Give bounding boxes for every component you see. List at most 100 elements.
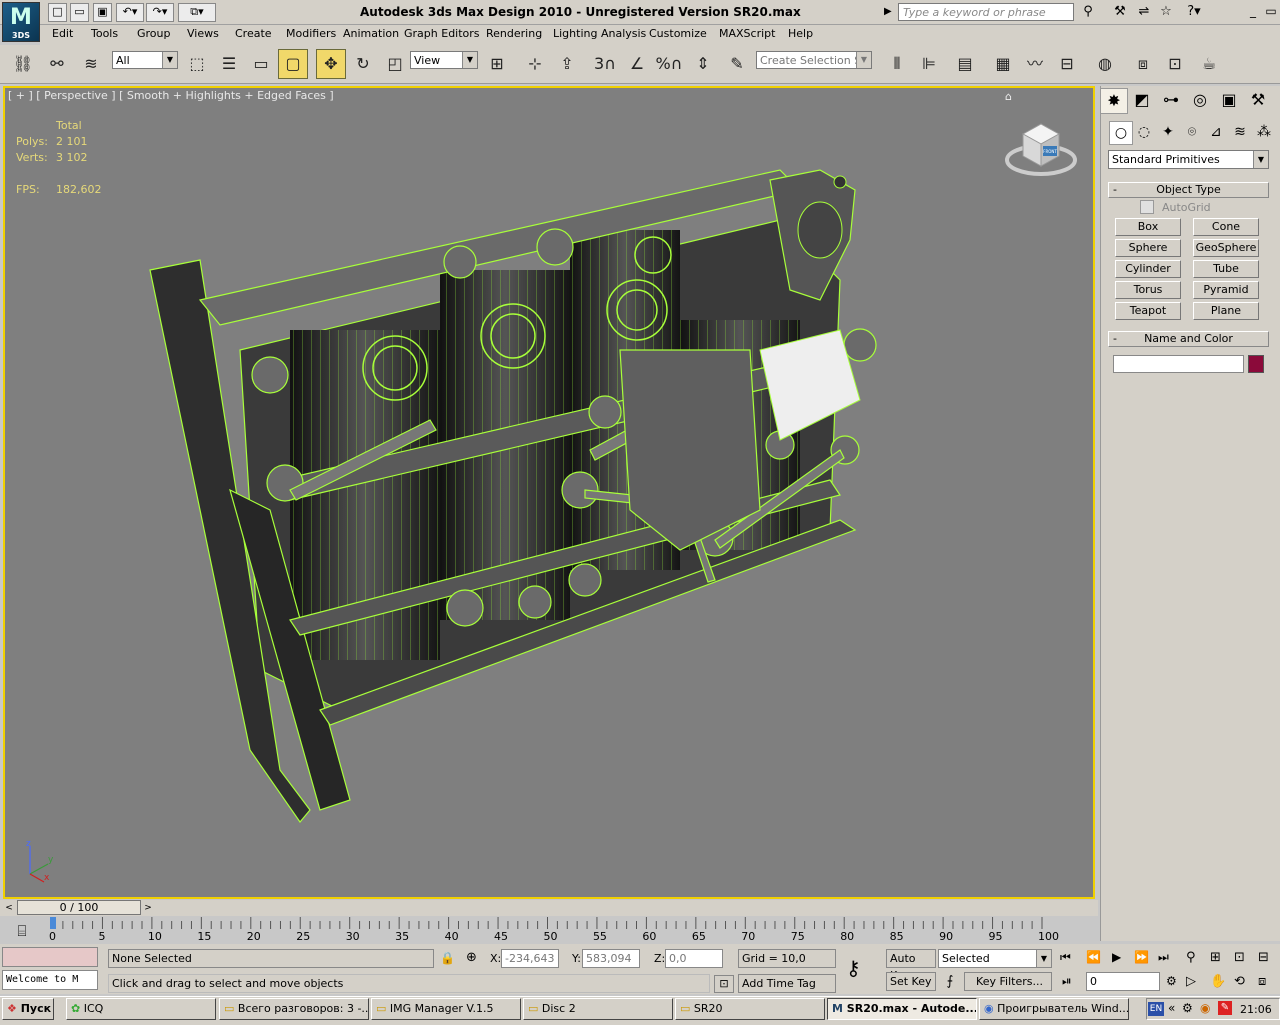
absolute-mode-icon[interactable]: ⊕ — [466, 950, 477, 965]
keyword-search-input[interactable]: Type a keyword or phrase — [898, 3, 1074, 21]
hierarchy-tab-icon[interactable]: ⊶ — [1158, 88, 1184, 112]
name-color-rollout-header[interactable]: - Name and Color — [1108, 331, 1269, 347]
task-media-player[interactable]: ◉ Проигрыватель Wind... — [979, 998, 1129, 1020]
select-move-icon[interactable]: ✥ — [316, 49, 346, 79]
object-color-swatch[interactable] — [1248, 355, 1264, 373]
communication-icon[interactable]: ⇌ — [1134, 3, 1154, 21]
key-filters-button[interactable]: Key Filters... — [964, 972, 1052, 991]
angle-snap-icon[interactable]: ∠ — [622, 49, 652, 79]
track-bar[interactable]: 0 5 10 15 20 25 30 35 40 45 50 55 60 65 70 75 80 85 90 95 10… — [42, 917, 1098, 944]
task-3dsmax[interactable]: M SR20.max - Autode... — [827, 998, 977, 1020]
favorites-star-icon[interactable]: ☆ — [1156, 3, 1176, 21]
menu-group[interactable]: Group — [137, 27, 171, 40]
maximize-viewport-icon[interactable]: ⧈ — [1258, 974, 1266, 989]
go-to-start-icon[interactable]: ⏮ — [1060, 950, 1071, 965]
home-icon[interactable]: ⌂ — [1005, 90, 1012, 103]
minimize-icon[interactable]: _ — [1244, 3, 1262, 19]
app-logo-button[interactable]: M 3DS — [2, 2, 40, 42]
menu-tools[interactable]: Tools — [91, 27, 118, 40]
task-sr20-folder[interactable]: ▭ SR20 — [675, 998, 825, 1020]
select-scale-icon[interactable]: ◰ — [380, 49, 410, 79]
time-config-icon[interactable]: ⚙ — [1166, 974, 1177, 988]
geosphere-button[interactable]: GeoSphere — [1193, 239, 1259, 257]
cameras-icon[interactable]: ⌾ — [1181, 121, 1203, 143]
cylinder-button[interactable]: Cylinder — [1115, 260, 1181, 278]
menu-maxscript[interactable]: MAXScript — [719, 27, 775, 40]
next-frame-arrow-icon[interactable]: > — [142, 901, 154, 915]
maxscript-mini-listener[interactable]: Welcome to M — [2, 970, 98, 990]
keyboard-shortcut-icon[interactable]: ⇪ — [552, 49, 582, 79]
tube-button[interactable]: Tube — [1193, 260, 1259, 278]
key-tangent-icon[interactable]: ⨍ — [940, 973, 960, 991]
motion-tab-icon[interactable]: ◎ — [1187, 88, 1213, 112]
maxscript-listener-pink[interactable] — [2, 947, 98, 967]
task-img-manager[interactable]: ▭ IMG Manager V.1.5 — [371, 998, 521, 1020]
zoom-icon[interactable]: ⚲ — [1186, 950, 1196, 965]
select-by-name-icon[interactable]: ☰ — [214, 49, 244, 79]
named-selection-dropdown[interactable]: Create Selection Se ▼ — [756, 51, 872, 69]
redo-icon[interactable]: ↷▾ — [146, 3, 174, 22]
percent-snap-icon[interactable]: %∩ — [654, 49, 684, 79]
key-mode-dropdown[interactable]: Selected ▼ — [938, 949, 1052, 968]
pivot-center-icon[interactable]: ⊞ — [482, 49, 512, 79]
time-slider[interactable]: 0 / 100 — [17, 900, 141, 915]
task-icq[interactable]: ✿ ICQ — [66, 998, 216, 1020]
object-name-input[interactable] — [1113, 355, 1244, 373]
modify-tab-icon[interactable]: ◩ — [1129, 88, 1155, 112]
pan-icon[interactable]: ✋ — [1210, 974, 1226, 989]
orbit-icon[interactable]: ⟲ — [1234, 974, 1245, 989]
y-coord-field[interactable]: 583,094 — [582, 949, 640, 968]
field-of-view-icon[interactable]: ▷ — [1186, 974, 1196, 989]
search-toggle-icon[interactable]: ▶ — [884, 3, 896, 21]
start-button[interactable]: ❖ Пуск — [2, 998, 54, 1020]
torus-button[interactable]: Torus — [1115, 281, 1181, 299]
next-frame-icon[interactable]: ⏩ — [1134, 950, 1149, 964]
systems-icon[interactable]: ⁂ — [1253, 121, 1275, 143]
save-file-icon[interactable]: ▣ — [93, 3, 112, 22]
antivirus-tray-icon[interactable]: ◉ — [1200, 1001, 1210, 1015]
geometry-icon[interactable]: ○ — [1109, 121, 1133, 145]
sphere-button[interactable]: Sphere — [1115, 239, 1181, 257]
material-editor-icon[interactable]: ◍ — [1090, 49, 1120, 79]
undo-icon[interactable]: ↶▾ — [116, 3, 144, 22]
menu-edit[interactable]: Edit — [52, 27, 73, 40]
zoom-all-icon[interactable]: ⊞ — [1210, 950, 1221, 965]
menu-lighting-analysis[interactable]: Lighting Analysis — [553, 27, 646, 40]
rendered-frame-icon[interactable]: ⊡ — [1160, 49, 1190, 79]
pyramid-button[interactable]: Pyramid — [1193, 281, 1259, 299]
set-key-mode-key-icon[interactable]: ⚷ — [846, 956, 861, 980]
zoom-extents-all-icon[interactable]: ⊟ — [1258, 950, 1269, 965]
mini-curve-editor-icon[interactable]: ⌸ — [8, 920, 36, 942]
object-type-rollout-header[interactable]: - Object Type — [1108, 182, 1269, 198]
manipulate-icon[interactable]: ⊹ — [520, 49, 550, 79]
network-tray-icon[interactable]: ⚙ — [1182, 1001, 1193, 1015]
box-button[interactable]: Box — [1115, 218, 1181, 236]
engine-block-model[interactable] — [140, 150, 880, 830]
render-teapot-icon[interactable]: ☕ — [1194, 49, 1224, 79]
menu-help[interactable]: Help — [788, 27, 813, 40]
lights-icon[interactable]: ✦ — [1157, 121, 1179, 143]
shapes-icon[interactable]: ◌ — [1133, 121, 1155, 143]
autogrid-checkbox[interactable] — [1140, 200, 1154, 214]
spacewarps-icon[interactable]: ≋ — [1229, 121, 1251, 143]
create-tab-icon[interactable]: ✸ — [1100, 88, 1128, 114]
select-object-icon[interactable]: ⬚ — [182, 49, 212, 79]
set-key-button[interactable]: Set Key — [886, 972, 936, 991]
bind-spacewarp-icon[interactable]: ≋ — [76, 49, 106, 79]
mirror-icon[interactable]: ⫴ — [882, 49, 912, 79]
selection-filter-dropdown[interactable]: All ▼ — [112, 51, 178, 69]
cone-button[interactable]: Cone — [1193, 218, 1259, 236]
menu-views[interactable]: Views — [187, 27, 219, 40]
menu-rendering[interactable]: Rendering — [486, 27, 542, 40]
project-folder-icon[interactable]: ⧉▾ — [178, 3, 216, 22]
x-coord-field[interactable]: -234,643 — [501, 949, 559, 968]
menu-modifiers[interactable]: Modifiers — [286, 27, 336, 40]
task-disc-2[interactable]: ▭ Disc 2 — [523, 998, 673, 1020]
menu-graph-editors[interactable]: Graph Editors — [404, 27, 480, 40]
unlink-icon[interactable]: ⚯ — [42, 49, 72, 79]
time-tag-icon[interactable]: ⊡ — [714, 975, 734, 993]
task-conversations[interactable]: ▭ Всего разговоров: 3 -... — [219, 998, 369, 1020]
helpers-icon[interactable]: ⊿ — [1205, 121, 1227, 143]
auto-key-button[interactable]: Auto Key — [886, 949, 936, 982]
display-tab-icon[interactable]: ▣ — [1216, 88, 1242, 112]
